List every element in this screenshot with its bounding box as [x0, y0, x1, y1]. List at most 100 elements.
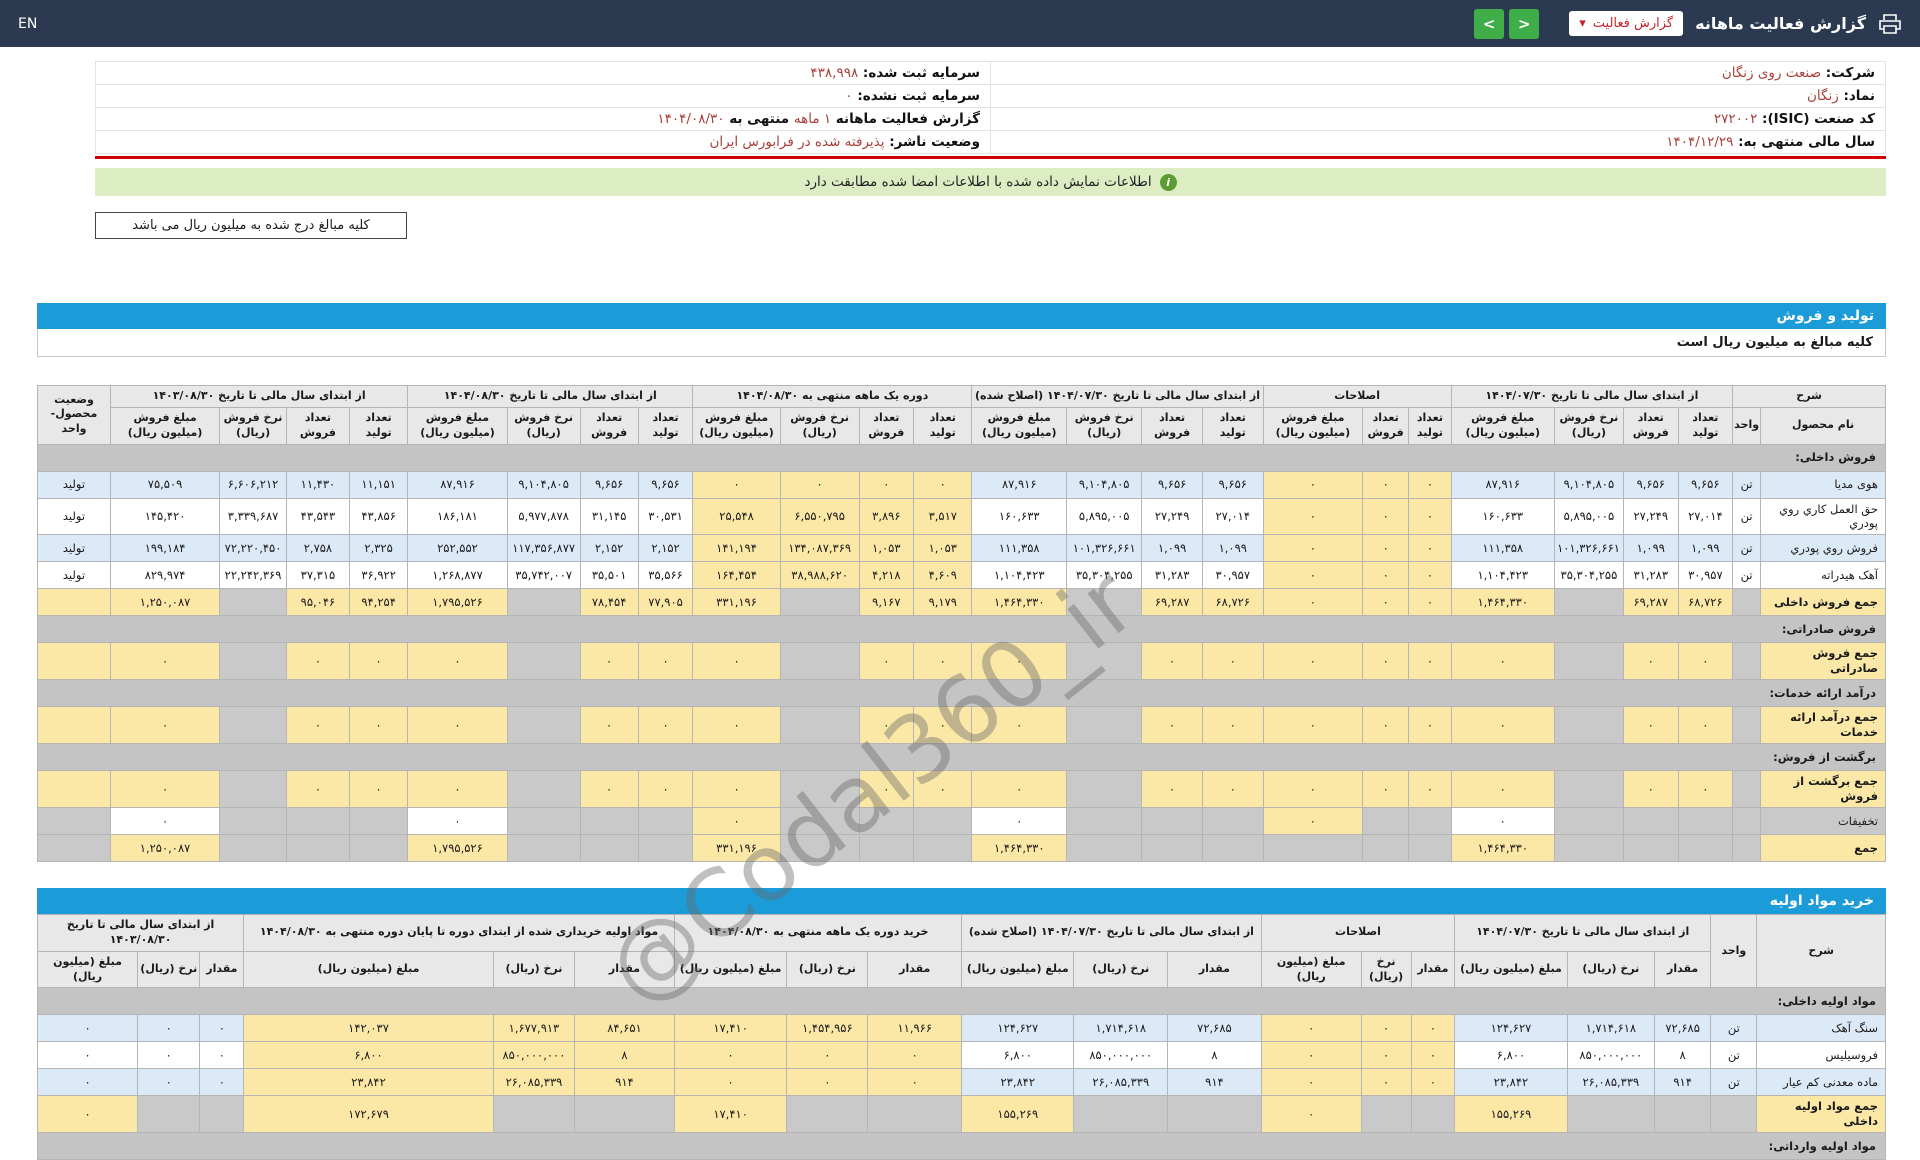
value-cell: ۰ [859, 643, 914, 680]
value-cell: ۱,۴۶۴,۳۳۰ [1451, 589, 1554, 616]
value-cell: ۰ [1263, 707, 1363, 744]
value-cell [1363, 808, 1409, 835]
column-header: نرخ فروش (ریال) [780, 407, 859, 444]
value-cell [1263, 835, 1363, 862]
company-info: شرکت: صنعت روی زنگانسرمایه ثبت شده: ۴۳۸,… [95, 61, 1886, 154]
printer-icon[interactable] [1878, 13, 1902, 35]
value-cell [507, 808, 580, 835]
unit-cell [1733, 835, 1761, 862]
value-cell: ۲,۱۵۲ [580, 535, 638, 562]
value-cell: ۸ [1655, 1042, 1711, 1069]
value-cell: ۰ [1409, 535, 1451, 562]
column-header: نرخ (ریال) [787, 951, 868, 988]
value-cell: ۲۳,۸۴۲ [962, 1069, 1074, 1096]
value-cell: ۳۵,۳۰۴,۲۵۵ [1067, 562, 1142, 589]
company-cell: گزارش فعالیت ماهانه ۱ ماهه منتهی به ۱۴۰۴… [96, 108, 991, 131]
red-divider [95, 156, 1886, 159]
value-cell: ۱,۴۶۴,۳۳۰ [972, 835, 1067, 862]
column-header: نرخ فروش (ریال) [507, 407, 580, 444]
value-cell: ۷۵,۵۰۹ [110, 471, 219, 498]
value-cell: ۰ [1451, 643, 1554, 680]
value-cell [1409, 808, 1451, 835]
row-label: جمع فروش صادراتی [1761, 643, 1886, 680]
unit-cell [1733, 643, 1761, 680]
value-cell: ۰ [868, 1069, 962, 1096]
value-cell [638, 808, 693, 835]
report-nav: < > [1474, 9, 1539, 39]
value-cell [780, 835, 859, 862]
unit-cell: تن [1711, 1042, 1757, 1069]
value-cell: ۰ [200, 1015, 244, 1042]
language-toggle[interactable]: EN [18, 16, 37, 32]
value-cell: ۳,۵۱۷ [914, 498, 972, 535]
value-cell: ۱۶۰,۶۳۳ [1451, 498, 1554, 535]
value-cell: ۸۵۰,۰۰۰,۰۰۰ [1074, 1042, 1168, 1069]
value-cell: ۱,۷۱۴,۶۱۸ [1567, 1015, 1654, 1042]
column-header: مبلغ (میلیون ریال) [1261, 951, 1361, 988]
chevron-right-button[interactable]: > [1509, 9, 1539, 39]
value-cell: ۰ [859, 471, 914, 498]
chevron-left-button[interactable]: < [1474, 9, 1504, 39]
value-cell: ۹,۱۷۹ [914, 589, 972, 616]
value-cell: ۰ [286, 771, 349, 808]
value-cell [859, 808, 914, 835]
value-cell: ۹,۶۵۶ [638, 471, 693, 498]
value-cell: ۱۵۵,۲۶۹ [962, 1096, 1074, 1133]
field-label: نماد: [1839, 88, 1875, 104]
status-cell [38, 589, 111, 616]
value-cell: ۰ [972, 771, 1067, 808]
value-cell: ۱۶۴,۴۵۴ [693, 562, 780, 589]
value-cell [1655, 1096, 1711, 1133]
value-cell: ۸۴,۶۵۱ [575, 1015, 675, 1042]
column-header: مبلغ فروش (میلیون ریال) [110, 407, 219, 444]
unit-cell: تن [1733, 562, 1761, 589]
value-cell: ۱,۷۹۵,۵۲۶ [408, 589, 508, 616]
value-cell: ۲۷,۰۱۴ [1678, 498, 1733, 535]
row-label: سنگ آهک [1757, 1015, 1886, 1042]
company-cell: سرمایه ثبت شده: ۴۳۸,۹۹۸ [96, 62, 991, 85]
table-row: مواد اولیه وارداتی: [38, 1133, 1886, 1160]
value-cell: ۰ [1411, 1015, 1455, 1042]
value-cell: ۰ [110, 771, 219, 808]
status-cell: تولید [38, 471, 111, 498]
field-label: سال مالی منتهی به: [1733, 134, 1875, 150]
row-label: حق العمل کاري روي پودري [1761, 498, 1886, 535]
value-cell: ۰ [1451, 707, 1554, 744]
value-cell [1202, 808, 1263, 835]
value-cell: ۰ [693, 771, 780, 808]
value-cell: ۰ [1411, 1069, 1455, 1096]
column-header: مقدار [575, 951, 675, 988]
value-cell: ۲۵,۵۴۸ [693, 498, 780, 535]
value-cell: ۰ [138, 1069, 200, 1096]
value-cell: ۲۷,۲۴۹ [1142, 498, 1203, 535]
value-cell: ۰ [1409, 498, 1451, 535]
table-row: حق العمل کاري روي پودريتن۲۷,۰۱۴۲۷,۲۴۹۵,۸… [38, 498, 1886, 535]
value-cell: ۱,۲۶۸,۸۷۷ [408, 562, 508, 589]
value-cell: ۳۰,۹۵۷ [1202, 562, 1263, 589]
value-cell: ۰ [1142, 707, 1203, 744]
value-cell: ۴,۶۰۹ [914, 562, 972, 589]
column-header: واحد [1733, 407, 1761, 444]
field-value: ۱ ماهه [794, 111, 831, 127]
report-type-dropdown[interactable]: گزارش فعالیت ▾ [1569, 11, 1683, 36]
value-cell: ۰ [1261, 1069, 1361, 1096]
report-area: @Codal360_ir تولید و فروش کلیه مبالغ به … [37, 303, 1886, 1160]
column-header: مقدار [1655, 951, 1711, 988]
row-label: جمع برگشت از فروش [1761, 771, 1886, 808]
section-row-label: برگشت از فروش: [38, 744, 1886, 771]
value-cell [507, 643, 580, 680]
column-header: از ابتدای سال مالی تا تاریخ ۱۴۰۳/۰۸/۳۰ [38, 915, 244, 952]
status-cell: تولید [38, 535, 111, 562]
materials-table-container: شرحواحداز ابتدای سال مالی تا تاریخ ۱۴۰۴/… [37, 914, 1886, 1160]
value-cell: ۰ [38, 1096, 138, 1133]
signed-info-text: اطلاعات نمایش داده شده با اطلاعات امضا ش… [804, 174, 1151, 190]
value-cell [1554, 771, 1623, 808]
field-value: ۲۷۲۰۰۲ [1714, 111, 1758, 127]
value-cell: ۰ [1361, 1015, 1411, 1042]
section-row-label: فروش داخلی: [38, 444, 1886, 471]
value-cell: ۷۲,۲۲۰,۴۵۰ [220, 535, 287, 562]
value-cell: ۰ [349, 643, 407, 680]
value-cell: ۳۰,۹۵۷ [1678, 562, 1733, 589]
value-cell: ۱۰۱,۳۲۶,۶۶۱ [1067, 535, 1142, 562]
value-cell: ۱,۱۰۴,۴۲۳ [1451, 562, 1554, 589]
